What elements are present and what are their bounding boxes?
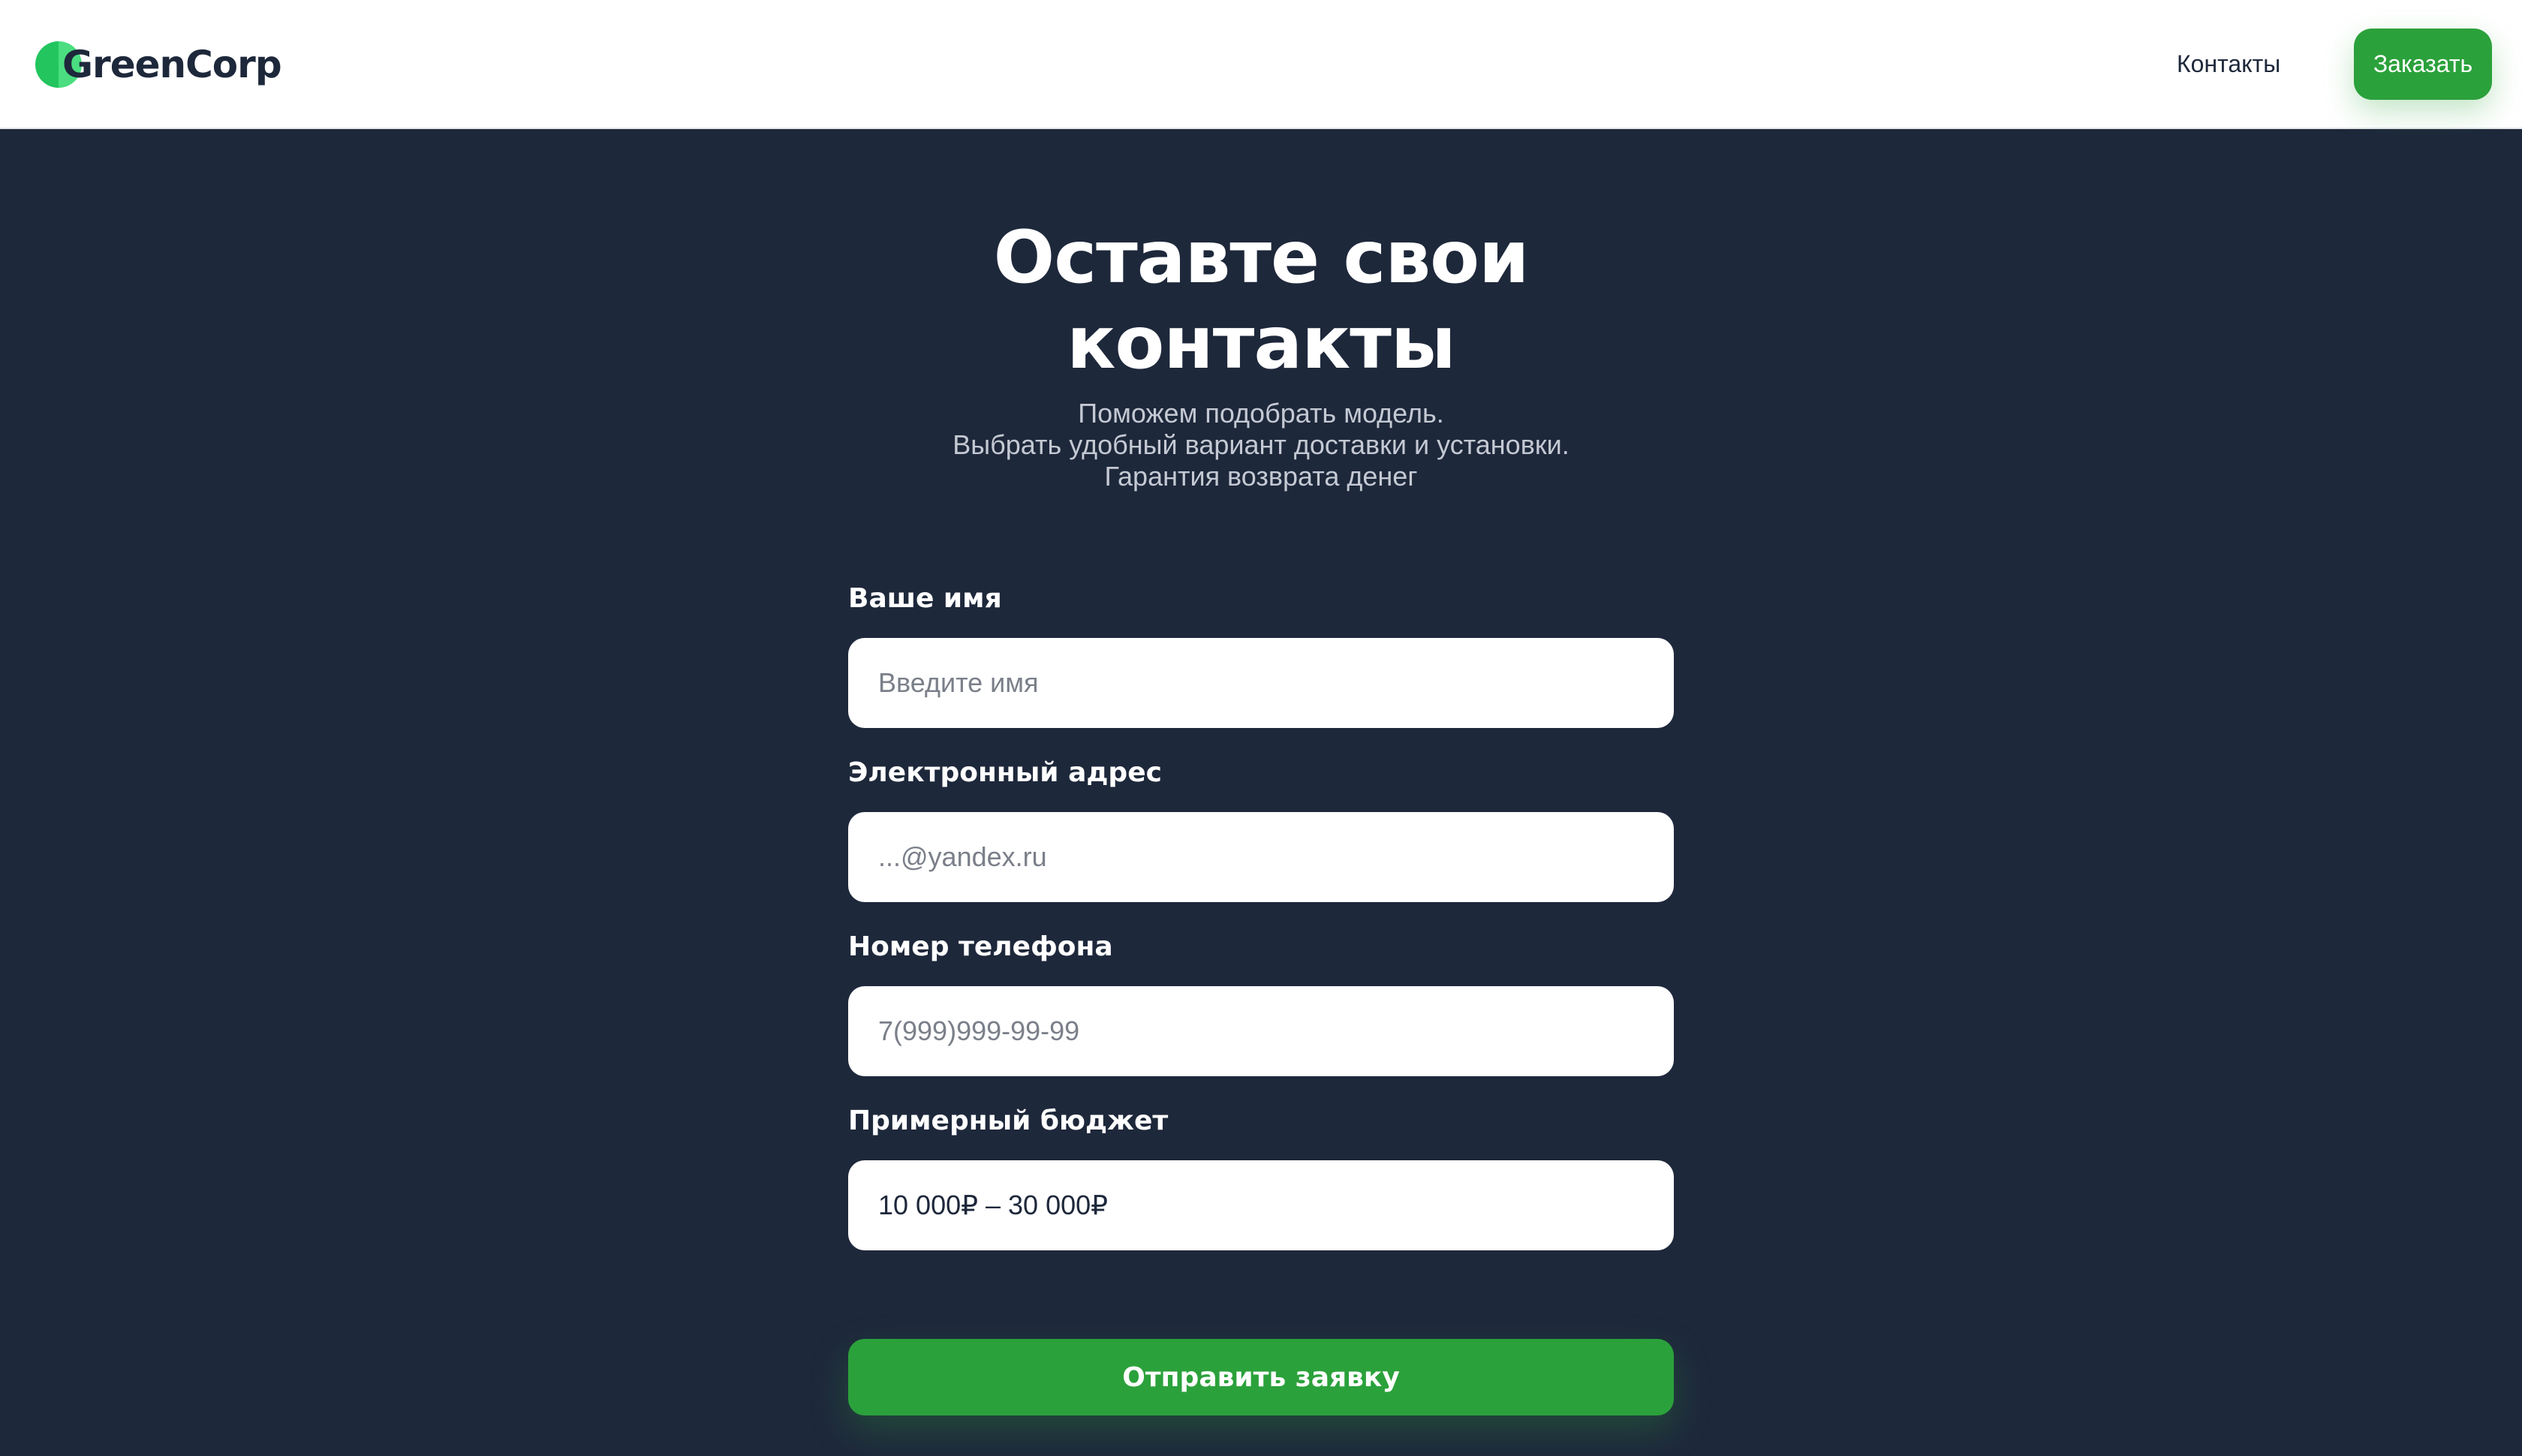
logo[interactable]: GreenCorp: [35, 39, 282, 90]
order-button[interactable]: Заказать: [2354, 29, 2492, 100]
subtitle-line: Поможем подобрать модель.: [1078, 398, 1444, 429]
budget-select[interactable]: 10 000₽ – 30 000₽: [848, 1160, 1674, 1250]
subtitle-line: Гарантия возврата денег: [1104, 461, 1418, 492]
submit-button[interactable]: Отправить заявку: [848, 1339, 1674, 1415]
budget-select-value: 10 000₽ – 30 000₽: [878, 1190, 1109, 1220]
name-label: Ваше имя: [848, 583, 1002, 614]
phone-label: Номер телефона: [848, 931, 1113, 962]
page-title-line-1: Оставте свои: [993, 215, 1530, 300]
site-header: GreenCorp Контакты Заказать: [0, 0, 2522, 129]
page-title: Оставте свои контакты: [886, 215, 1636, 386]
email-label: Электронный адрес: [848, 757, 1162, 788]
name-input[interactable]: [848, 638, 1674, 728]
page-subtitle: Поможем подобрать модель. Выбрать удобны…: [811, 398, 1711, 492]
subtitle-line: Выбрать удобный вариант доставки и устан…: [953, 429, 1569, 460]
budget-label: Примерный бюджет: [848, 1106, 1169, 1136]
page-title-line-2: контакты: [1067, 301, 1455, 386]
nav-link-contacts[interactable]: Контакты: [2177, 45, 2280, 83]
phone-input[interactable]: [848, 986, 1674, 1076]
email-input[interactable]: [848, 812, 1674, 902]
logo-text: GreenCorp: [62, 43, 282, 86]
